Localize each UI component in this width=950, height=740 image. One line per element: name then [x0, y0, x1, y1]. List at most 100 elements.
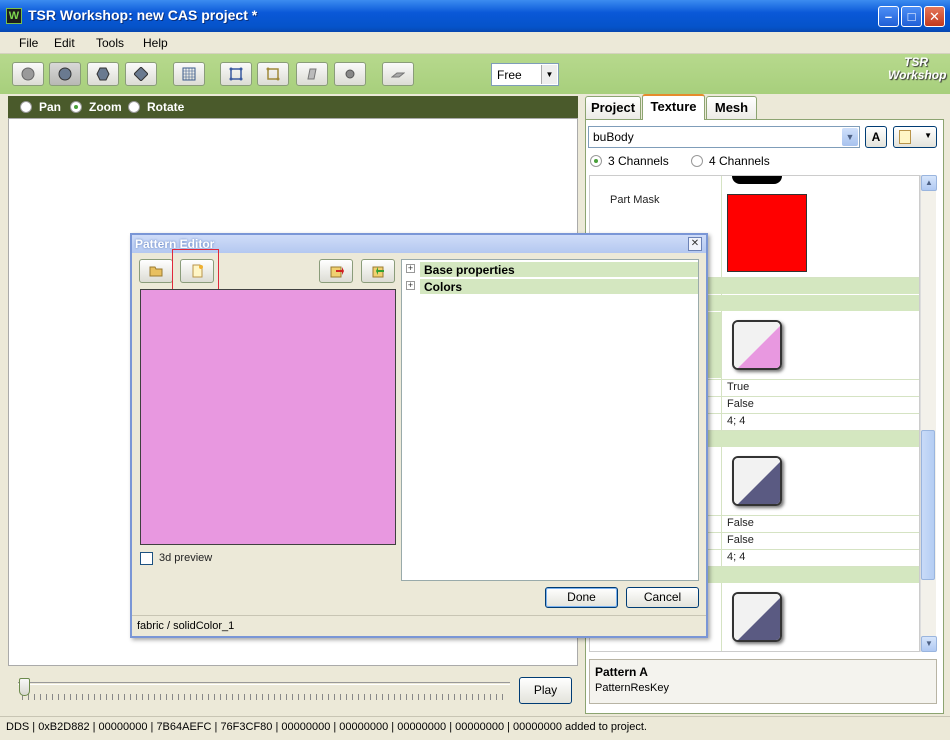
font-a-button[interactable]: A: [865, 126, 887, 148]
tsr-workshop-logo: TSR Workshop: [888, 55, 947, 90]
pattern-a-enabled: True: [727, 381, 750, 393]
viewport-mode-bar: Pan Zoom Rotate: [8, 96, 578, 118]
zoom-radio[interactable]: [70, 101, 82, 113]
3d-preview-label: 3d preview: [159, 552, 213, 564]
wireframe-button[interactable]: [220, 62, 252, 86]
timeline-area: [8, 667, 578, 711]
rotate-label: Rotate: [147, 100, 185, 114]
menu-bar: File Edit Tools Help: [0, 32, 950, 54]
pan-radio[interactable]: [20, 101, 32, 113]
pan-label: Pan: [39, 100, 62, 114]
minimize-button[interactable]: –: [878, 6, 899, 27]
grid-icon: [182, 67, 196, 81]
pattern-a-flag: False: [727, 398, 754, 410]
four-channels-label: 4 Channels: [709, 154, 770, 168]
status-bar: DDS | 0xB2D882 | 00000000 | 7B64AEFC | 7…: [0, 716, 950, 740]
pattern-preview[interactable]: [140, 289, 396, 545]
toolbar: [0, 54, 950, 94]
export-pattern-button[interactable]: [319, 259, 353, 283]
three-channels-label: 3 Channels: [608, 154, 669, 168]
grid-button[interactable]: [173, 62, 205, 86]
light-button[interactable]: [334, 62, 366, 86]
pattern-property-tree[interactable]: [401, 259, 699, 581]
open-pattern-button[interactable]: [139, 259, 173, 283]
scroll-up-icon[interactable]: ▲: [921, 175, 937, 191]
render-diamond-button[interactable]: [125, 62, 157, 86]
pattern-a-tiling: 4; 4: [727, 415, 746, 427]
tree-node-label: Colors: [424, 280, 463, 294]
render-flat-button[interactable]: [12, 62, 44, 86]
new-document-icon: [899, 130, 911, 144]
menu-edit[interactable]: Edit: [54, 36, 75, 50]
ground-plane-icon: [391, 72, 405, 78]
zoom-label: Zoom: [89, 100, 122, 114]
timeline-thumb[interactable]: [19, 678, 30, 696]
part-mask-swatch: [727, 194, 807, 272]
logo-text: TSR Workshop: [888, 55, 947, 82]
pattern-b-swatch: [732, 456, 782, 506]
three-channels-radio[interactable]: [590, 155, 602, 167]
wireframe-cube-icon: [229, 67, 243, 81]
camera-mode-select[interactable]: Free ▼: [491, 63, 559, 86]
expand-icon[interactable]: +: [406, 264, 415, 273]
scroll-down-icon[interactable]: ▼: [921, 636, 937, 652]
render-smooth-button[interactable]: [49, 62, 81, 86]
export-icon: [330, 266, 344, 278]
maximize-button[interactable]: □: [901, 6, 922, 27]
light-icon: [345, 69, 355, 79]
property-description: Pattern A PatternResKey: [589, 659, 937, 704]
close-window-button[interactable]: ✕: [924, 6, 945, 27]
mesh-group-select[interactable]: buBody ▼: [588, 126, 860, 148]
render-faceted-button[interactable]: [87, 62, 119, 86]
description-text: PatternResKey: [595, 682, 669, 694]
dialog-status-text: fabric / solidColor_1: [137, 620, 235, 632]
status-text: DDS | 0xB2D882 | 00000000 | 7B64AEFC | 7…: [6, 721, 647, 733]
tab-texture[interactable]: Texture: [642, 94, 705, 120]
hexagon-icon: [96, 67, 110, 81]
pattern-b-enabled: False: [727, 517, 754, 529]
import-icon: [372, 266, 384, 278]
sphere-smooth-icon: [58, 67, 72, 81]
property-scrollbar[interactable]: ▲ ▼: [920, 175, 937, 652]
tree-node-colors[interactable]: Colors: [420, 279, 698, 294]
chevron-down-icon: ▼: [842, 128, 858, 146]
tab-project[interactable]: Project: [585, 96, 641, 119]
tree-node-base-properties[interactable]: Base properties: [420, 262, 698, 277]
timeline-track[interactable]: [18, 682, 510, 685]
chevron-down-icon: ▼: [541, 65, 557, 84]
timeline-ticks: [22, 694, 508, 700]
part-mask-color: [728, 195, 806, 271]
import-pattern-button[interactable]: [361, 259, 395, 283]
tab-mesh[interactable]: Mesh: [706, 96, 757, 119]
expand-icon[interactable]: +: [406, 281, 415, 290]
play-button[interactable]: Play: [519, 677, 572, 704]
done-button[interactable]: Done: [545, 587, 618, 608]
camera-mode-value: Free: [497, 68, 522, 82]
bones-button[interactable]: [257, 62, 289, 86]
title-bar: W TSR Workshop: new CAS project * – □ ✕: [0, 0, 950, 32]
menu-help[interactable]: Help: [143, 36, 168, 50]
four-channels-radio[interactable]: [691, 155, 703, 167]
part-mask-label: Part Mask: [610, 194, 660, 206]
pattern-b-tiling: 4; 4: [727, 551, 746, 563]
rotate-radio[interactable]: [128, 101, 140, 113]
menu-file[interactable]: File: [19, 36, 38, 50]
floor-button[interactable]: [296, 62, 328, 86]
scrollbar-thumb[interactable]: [921, 430, 935, 580]
tree-node-label: Base properties: [424, 263, 515, 277]
pattern-c-swatch: [732, 592, 782, 642]
pattern-a-swatch: [732, 320, 782, 370]
pattern-b-flag: False: [727, 534, 754, 546]
menu-tools[interactable]: Tools: [96, 36, 124, 50]
new-texture-dropdown-button[interactable]: ▼: [893, 126, 937, 148]
pattern-a-diagonal: [734, 322, 780, 368]
dialog-close-icon[interactable]: ✕: [688, 237, 702, 251]
sphere-flat-icon: [21, 67, 35, 81]
ground-button[interactable]: [382, 62, 414, 86]
floor-icon: [307, 68, 317, 80]
mesh-group-value: buBody: [593, 130, 634, 144]
description-title: Pattern A: [595, 665, 648, 679]
3d-preview-checkbox[interactable]: [140, 552, 153, 565]
bones-icon: [266, 67, 280, 81]
cancel-button[interactable]: Cancel: [626, 587, 699, 608]
